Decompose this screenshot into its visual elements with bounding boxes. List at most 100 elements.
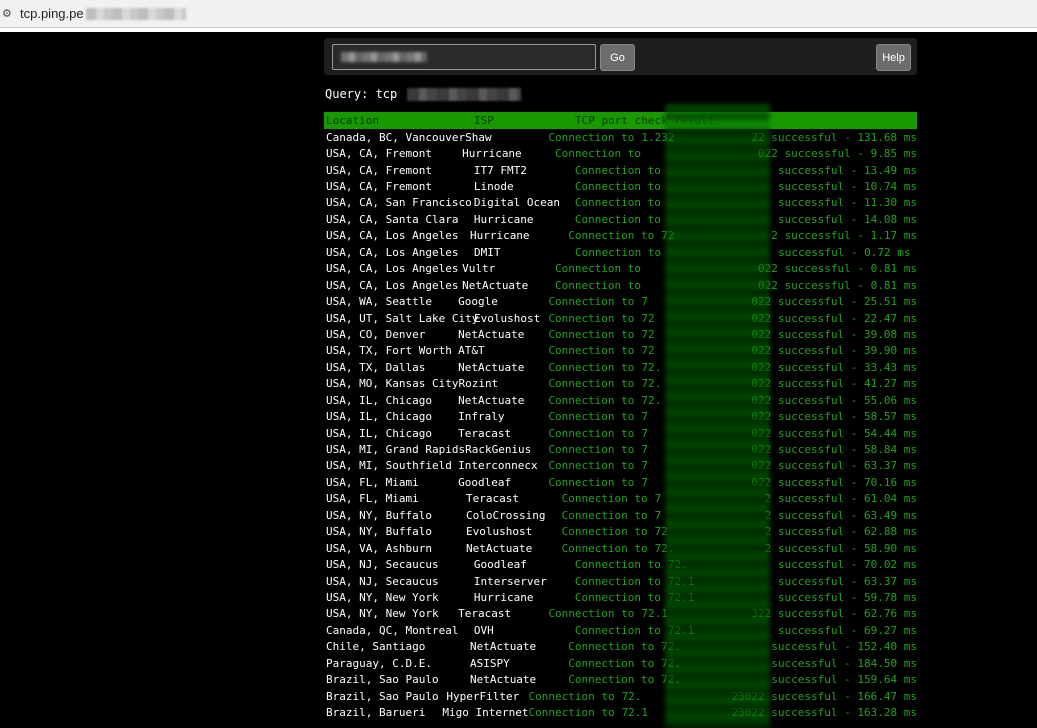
table-row: USA, CA, Los Angeles DMIT Connection to suc… — [324, 244, 917, 260]
result-suffix: 022 successful - 33.43 ms — [751, 360, 917, 374]
cell-location: Brazil, Sao Paulo — [326, 689, 439, 703]
cell-location: USA, FL, Miami — [326, 492, 419, 506]
go-button[interactable]: Go — [600, 44, 635, 71]
cell-isp: Teracast — [466, 492, 519, 506]
result-ip: 72. — [641, 377, 662, 391]
results-table: Location ISP TCP port check result Canad… — [324, 112, 917, 721]
cell-result: Connection to 72 2 successful - 1.17 ms — [568, 229, 917, 242]
help-button[interactable]: Help — [876, 44, 911, 71]
result-prefix: Connection to — [528, 706, 615, 720]
table-row: USA, CA, San Francisco Digital Ocean Conne… — [324, 195, 917, 211]
cell-location: USA, NJ, Secaucus — [326, 558, 439, 572]
result-prefix: Connection to — [574, 212, 661, 226]
table-row: USA, NY, New York Teracast Connection to 72… — [324, 606, 917, 622]
result-prefix: Connection to — [568, 640, 655, 654]
table-row: USA, NY, Buffalo ColoCrossing Connection t… — [324, 507, 917, 523]
cell-location: USA, IL, Chicago — [326, 393, 432, 407]
table-row: Brazil, Sao Paulo NetActuate Connection to… — [324, 671, 917, 687]
result-prefix: Connection to — [548, 377, 635, 391]
table-row: Paraguay, C.D.E. ASISPY Connection to 72. su… — [324, 655, 917, 671]
header-isp: ISP — [474, 114, 494, 127]
result-suffix: successful - 0.72 ms — [778, 245, 911, 259]
result-prefix: Connection to — [561, 492, 648, 506]
result-suffix: 22 successful - 131.68 ms — [751, 130, 917, 144]
result-prefix: Connection to — [568, 673, 655, 687]
result-prefix: Connection to — [575, 245, 662, 259]
table-row: Brazil, Barueri Migo Internet Connection t… — [324, 704, 917, 720]
result-prefix: Connection to — [574, 180, 661, 194]
cell-isp: HyperFilter — [446, 689, 520, 703]
cell-result: Connection to 022 successful - 0.81 ms — [555, 279, 917, 292]
cell-isp: Evolushost — [474, 311, 541, 325]
browser-divider — [0, 28, 1037, 32]
result-ip: 72 — [641, 344, 655, 358]
result-suffix: 022 successful - 0.81 ms — [758, 262, 917, 276]
query-input[interactable] — [332, 44, 596, 70]
result-suffix: successful - 159.64 ms — [771, 673, 917, 687]
url-text[interactable]: tcp.ping.pe — [20, 6, 84, 21]
result-prefix: Connection to — [548, 426, 635, 440]
cell-location: USA, UT, Salt Lake City — [326, 311, 479, 325]
cell-isp: Goodleaf — [458, 475, 512, 489]
cell-isp: Evolushost — [466, 525, 533, 539]
result-ip: 72. — [654, 541, 675, 555]
cell-result: Connection to 72. successful - 152.40 ms — [568, 640, 917, 653]
site-settings-icon[interactable]: ⚙ — [2, 7, 14, 20]
cell-result: Connection to 72 022 successful - 39.90 ms — [548, 344, 917, 357]
cell-location: Canada, QC, Montreal — [326, 623, 459, 637]
table-row: USA, FL, Miami Teracast Connection to 7 2 su… — [324, 491, 917, 507]
cell-location: USA, CA, Fremont — [326, 163, 432, 177]
cell-isp: Shaw — [465, 130, 492, 144]
cell-location: USA, MI, Southfield — [326, 459, 452, 473]
cell-result: Connection to 72. 2 successful - 58.90 ms — [562, 542, 917, 555]
result-prefix: Connection to — [548, 295, 635, 309]
result-prefix: Connection to — [548, 443, 635, 457]
result-suffix: 022 successful - 9.85 ms — [758, 147, 917, 161]
result-prefix: Connection to — [548, 459, 635, 473]
cell-location: USA, NY, Buffalo — [326, 508, 432, 522]
cell-result: Connection to 7 022 successful - 58.57 ms — [548, 410, 917, 423]
result-ip: 7 — [641, 475, 649, 489]
cell-location: USA, WA, Seattle — [326, 295, 432, 309]
result-prefix: Connection to — [548, 410, 635, 424]
result-ip: 72.1 — [667, 590, 695, 604]
result-ip: 72 — [661, 229, 675, 243]
result-prefix: Connection to — [548, 311, 635, 325]
result-suffix: 022 successful - 39.08 ms — [751, 327, 917, 341]
table-row: USA, IL, Chicago Infraly Connection to 7 022… — [324, 408, 917, 424]
cell-result: Connection to 72.1 successful - 59.78 ms — [575, 591, 917, 604]
url-redacted — [85, 7, 186, 20]
table-row: USA, NJ, Secaucus Goodleaf Connection to 72… — [324, 556, 917, 572]
result-prefix: Connection to — [561, 541, 648, 555]
result-suffix: 022 successful - 39.90 ms — [751, 344, 917, 358]
browser-address-bar: ⚙ tcp.ping.pe — [0, 0, 1037, 28]
cell-isp: NetActuate — [462, 278, 529, 292]
cell-isp: Hurricane — [473, 212, 534, 226]
result-prefix: Connection to — [554, 278, 642, 292]
result-suffix: successful - 63.37 ms — [777, 574, 917, 588]
result-ip: 72.1 — [641, 607, 668, 621]
cell-result: Connection to 1.232 22 successful - 131.68… — [548, 131, 917, 144]
cell-result: Connection to 72.1 successful - 69.27 ms — [575, 624, 917, 637]
table-row: Canada, BC, Vancouver Shaw Connection to 1.… — [324, 129, 917, 145]
result-prefix: Connection to — [561, 525, 648, 539]
result-prefix: Connection to — [574, 623, 661, 637]
cell-isp: Digital Ocean — [473, 196, 560, 210]
table-row: USA, CA, Santa Clara Hurricane Connection … — [324, 211, 917, 227]
result-suffix: successful - 152.40 ms — [771, 640, 917, 654]
table-row: USA, IL, Chicago Teracast Connection to 7 02… — [324, 425, 917, 441]
cell-location: USA, CA, Los Angeles — [326, 245, 459, 259]
cell-isp: Infraly — [458, 410, 505, 424]
cell-result: Connection to successful - 13.49 ms — [575, 164, 917, 177]
query-redacted — [407, 88, 522, 101]
table-row: USA, MI, Grand Rapids RackGenius Connectio… — [324, 441, 917, 457]
cell-isp: Hurricane — [473, 590, 534, 604]
table-row: USA, CA, Los Angeles Hurricane Connection … — [324, 228, 917, 244]
result-suffix: 23022 successful - 163.28 ms — [731, 706, 917, 720]
cell-result: Connection to 72.1 322 successful - 62.76 … — [548, 607, 917, 620]
table-row: USA, CA, Los Angeles NetActuate Connection… — [324, 277, 917, 293]
table-row: USA, CO, Denver NetActuate Connection to 72… — [324, 326, 917, 342]
cell-result: Connection to 72. 022 successful - 33.43 m… — [548, 361, 917, 374]
cell-result: Connection to successful - 14.08 ms — [575, 213, 917, 226]
cell-isp: NetActuate — [469, 640, 537, 654]
